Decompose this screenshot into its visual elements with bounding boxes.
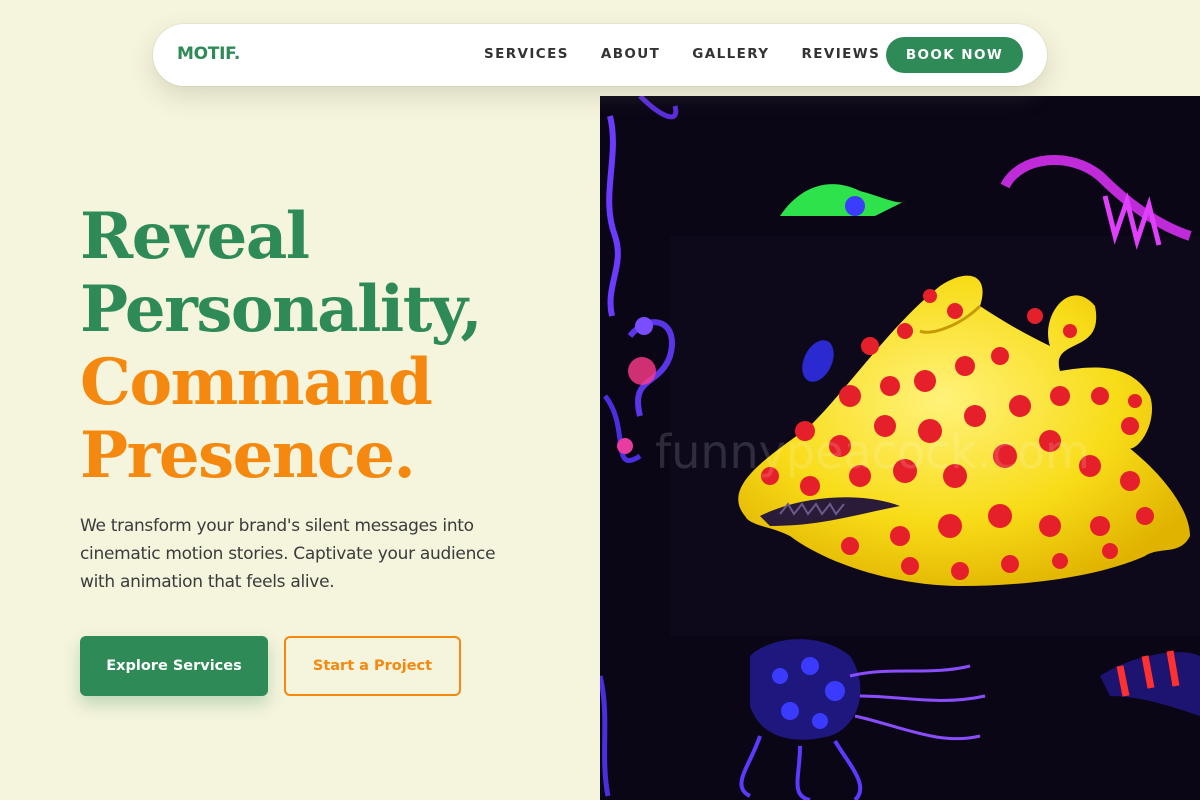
headline-line-4: Presence.	[80, 418, 416, 493]
top-navigation: MOTIF. SERVICES ABOUT GALLERY REVIEWS BO…	[153, 24, 1047, 86]
book-now-button[interactable]: BOOK NOW	[886, 37, 1023, 73]
headline-line-1: Reveal	[80, 199, 310, 274]
watermark-text: funnypeacock.com	[655, 425, 1090, 479]
hero-description: We transform your brand's silent message…	[80, 516, 496, 592]
explore-services-button[interactable]: Explore Services	[80, 636, 268, 696]
hero-image: funnypeacock.com	[600, 96, 1200, 800]
hero-headline: Reveal Personality, Command Presence.	[80, 199, 483, 493]
creature-illustration: funnypeacock.com	[600, 96, 1200, 800]
logo[interactable]: MOTIF.	[177, 44, 240, 64]
headline-line-3: Command	[80, 345, 433, 420]
nav-links: SERVICES ABOUT GALLERY REVIEWS	[484, 46, 912, 62]
nav-link-gallery[interactable]: GALLERY	[692, 46, 769, 62]
nav-link-about[interactable]: ABOUT	[601, 46, 660, 62]
nav-link-reviews[interactable]: REVIEWS	[801, 46, 880, 62]
nav-link-services[interactable]: SERVICES	[484, 46, 569, 62]
start-project-button[interactable]: Start a Project	[284, 636, 461, 696]
headline-line-2: Personality,	[80, 272, 483, 347]
